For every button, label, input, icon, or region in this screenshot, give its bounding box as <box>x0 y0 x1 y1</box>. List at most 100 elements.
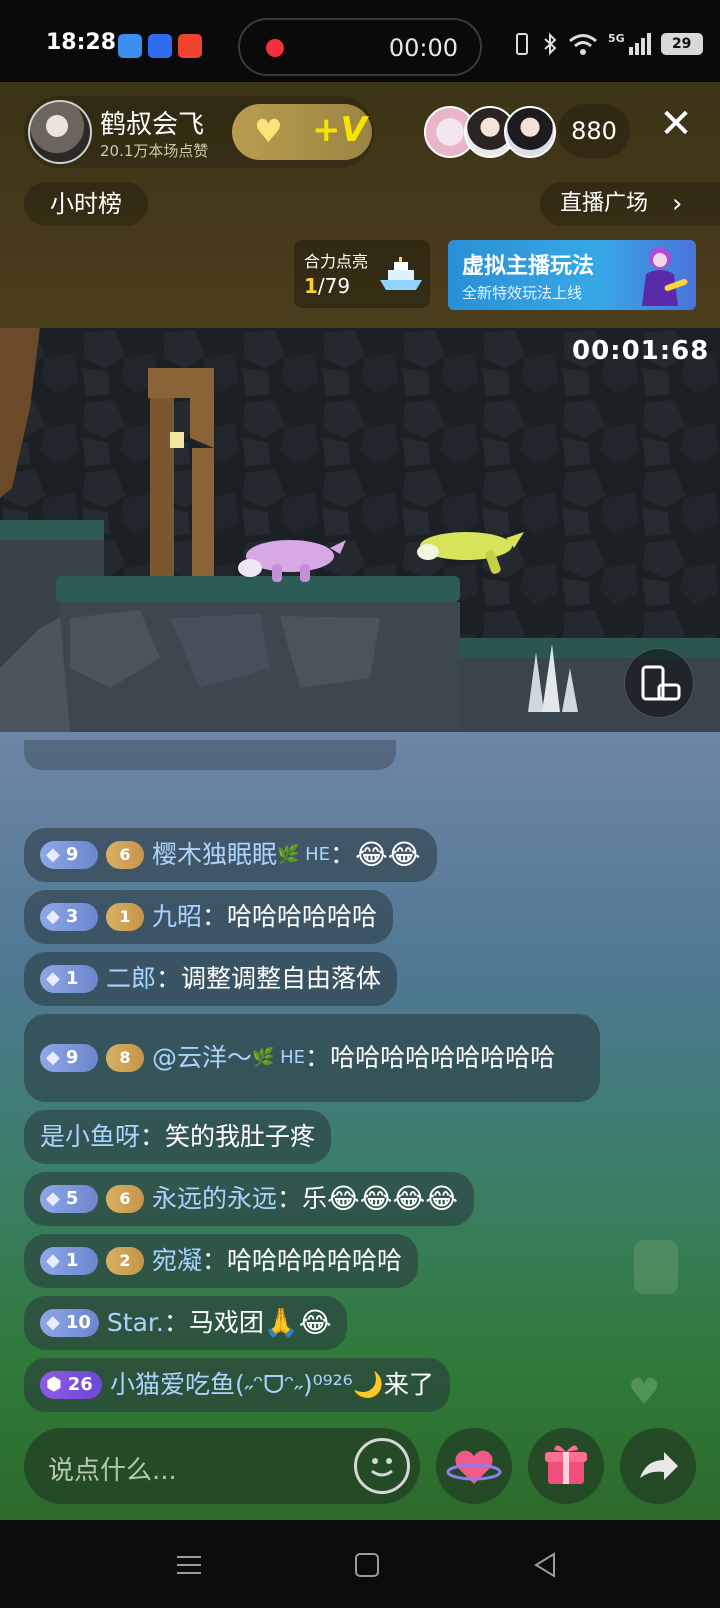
menu-icon[interactable] <box>174 1550 204 1580</box>
host-likes: 20.1万本场点赞 <box>100 142 209 160</box>
user-level-badge: ◆ 3 <box>40 903 98 931</box>
chat-message[interactable]: 是小鱼呀 ： 笑的我肚子疼 <box>24 1110 332 1164</box>
banner-title: 虚拟主播玩法 <box>462 254 595 279</box>
user-level-badge: ◆ 1 <box>40 965 98 993</box>
chat-text: 来了 <box>383 1370 434 1399</box>
chat-username[interactable]: 樱木独眠眠 <box>152 840 277 870</box>
banner-subtitle: 全新特效玩法上线 <box>462 284 583 302</box>
chat-message[interactable]: ◆ 1 2 宛凝 ： 哈哈哈哈哈哈哈 <box>24 1234 419 1288</box>
chat-username[interactable]: 是小鱼呀 <box>40 1122 140 1152</box>
task-total: /79 <box>317 274 351 298</box>
notification-icons <box>118 34 202 58</box>
chat-message[interactable]: ◆ 10 Star. ： 马戏团 🙏😂 <box>24 1296 348 1350</box>
rotate-screen-icon <box>641 665 681 701</box>
host-info[interactable]: 鹤叔会飞 20.1万本场点赞 ♥ +V <box>24 96 374 168</box>
task-title: 合力点亮 <box>304 252 369 271</box>
chat-message[interactable]: ⬢ 26 小猫爱吃鱼(˶ᵔᗜᵔ˶)⁰⁹²⁶🌙 来了 <box>24 1358 450 1412</box>
chat-text: 调整调整自由落体 <box>181 964 382 993</box>
back-icon[interactable] <box>530 1550 560 1580</box>
close-icon[interactable]: ✕ <box>656 104 696 144</box>
signal-icon <box>628 33 651 55</box>
status-bar: 18:28 00:00 5G 29 <box>0 0 720 82</box>
follow-badge-label: +V <box>312 110 367 150</box>
live-square-button[interactable]: 直播广场 › <box>540 182 720 226</box>
chat-username[interactable]: 永远的永远 <box>152 1184 277 1214</box>
chat-message[interactable]: ◆ 1 二郎 ： 调整调整自由落体 <box>24 952 398 1006</box>
emoji-icon[interactable] <box>354 1438 410 1494</box>
follow-button[interactable]: ♥ +V <box>232 104 372 160</box>
chevron-right-icon: › <box>672 189 683 219</box>
chat-separator: ： <box>277 1184 303 1213</box>
live-square-label: 直播广场 <box>560 191 649 216</box>
chat-username[interactable]: 二郎 <box>106 964 156 994</box>
virtual-anchor-banner[interactable]: 虚拟主播玩法 全新特效玩法上线 <box>448 240 696 310</box>
chat-emoji: 😂😂 <box>355 838 421 871</box>
chat-username[interactable]: 小猫爱吃鱼(˶ᵔᗜᵔ˶)⁰⁹²⁶🌙 <box>110 1370 384 1400</box>
chat-area[interactable]: ◆ 9 6 樱木独眠眠 🌿 HE ： 😂😂 ◆ 3 1 九昭 ： 哈哈哈哈哈哈 ◆ 1… <box>0 732 720 1520</box>
video-app-icon <box>178 34 202 58</box>
screen-record-pill[interactable]: 00:00 <box>238 18 482 76</box>
username-suffix: 🌿 HE <box>252 1047 306 1068</box>
fan-badge: 6 <box>106 1185 144 1213</box>
floating-like-icon <box>634 1240 678 1294</box>
share-button[interactable] <box>620 1428 696 1504</box>
chat-separator: ： <box>163 1308 189 1337</box>
chat-separator: ： <box>202 902 228 931</box>
record-dot-icon <box>266 39 284 57</box>
home-icon[interactable] <box>352 1550 382 1580</box>
floating-heart-icon: ♥ <box>628 1372 661 1413</box>
chat-separator: ： <box>140 1122 166 1151</box>
user-level-badge: ◆ 1 <box>40 1247 98 1275</box>
viewer-avatars[interactable] <box>424 106 556 158</box>
gift-icon <box>545 1445 587 1484</box>
light-up-task-card[interactable]: 合力点亮 1/79 <box>294 240 430 308</box>
user-level-badge: ◆ 9 <box>40 841 98 869</box>
rotate-screen-button[interactable] <box>624 648 694 718</box>
chat-username[interactable]: 九昭 <box>152 902 202 932</box>
host-avatar[interactable] <box>28 100 92 164</box>
live-header: 鹤叔会飞 20.1万本场点赞 ♥ +V 880 ✕ 小时榜 直播广场 › 合力点… <box>0 82 720 328</box>
battery-icon: 29 <box>660 33 703 55</box>
ship-icon <box>380 257 422 290</box>
chat-separator: ： <box>202 1246 228 1275</box>
user-level-badge: ◆ 9 <box>40 1044 98 1072</box>
heart-icon: ♥ <box>254 112 283 150</box>
heart-planet-icon <box>446 1450 502 1484</box>
chat-username[interactable]: 宛凝 <box>152 1246 202 1276</box>
fan-badge: 8 <box>106 1044 144 1072</box>
status-indicators: 5G 29 <box>512 32 703 56</box>
hourly-rank-button[interactable]: 小时榜 <box>24 182 148 226</box>
chat-username[interactable]: Star. <box>107 1308 164 1338</box>
live-video[interactable]: 00:01:68 <box>0 328 720 732</box>
chat-emoji: 🙏😂 <box>263 1306 332 1339</box>
chat-text: 乐 <box>302 1184 328 1213</box>
chat-emoji: 😂😂😂😂 <box>327 1182 458 1215</box>
chat-message[interactable]: ◆ 5 6 永远的永远 ： 乐 😂😂😂😂 <box>24 1172 474 1226</box>
chat-text: 哈哈哈哈哈哈哈哈哈 <box>330 1043 556 1072</box>
game-scene <box>0 328 720 732</box>
comment-input[interactable]: 说点什么... <box>24 1428 420 1504</box>
chat-separator: ： <box>156 964 182 993</box>
heart-planet-button[interactable] <box>436 1428 512 1504</box>
virtual-anchor-figure <box>642 247 688 306</box>
fan-badge: 1 <box>106 903 144 931</box>
fan-badge: 2 <box>106 1247 144 1275</box>
chat-message[interactable]: ◆ 9 6 樱木独眠眠 🌿 HE ： 😂😂 <box>24 828 437 882</box>
chat-username[interactable]: @云洋～ <box>152 1043 252 1073</box>
status-time: 18:28 <box>46 30 117 55</box>
chat-separator: ： <box>305 1043 331 1072</box>
username-suffix: 🌿 HE <box>277 844 331 865</box>
user-level-badge: ◆ 10 <box>40 1309 99 1337</box>
smiley-face <box>371 1458 393 1477</box>
chat-text: 哈哈哈哈哈哈哈 <box>227 1246 403 1275</box>
task-progress: 1/79 <box>304 274 350 298</box>
chat-message[interactable]: ◆ 9 8 @云洋～ 🌿 HE ： 哈哈哈哈哈哈哈哈哈 <box>24 1014 600 1102</box>
record-time: 00:00 <box>388 34 458 62</box>
chat-text: 马戏团 <box>188 1308 264 1337</box>
system-nav-bar <box>0 1520 720 1608</box>
chat-message[interactable]: ◆ 3 1 九昭 ： 哈哈哈哈哈哈 <box>24 890 394 944</box>
avatar[interactable] <box>504 106 556 158</box>
viewer-count[interactable]: 880 <box>558 104 630 158</box>
chat-text: 笑的我肚子疼 <box>165 1122 316 1151</box>
gift-button[interactable] <box>528 1428 604 1504</box>
